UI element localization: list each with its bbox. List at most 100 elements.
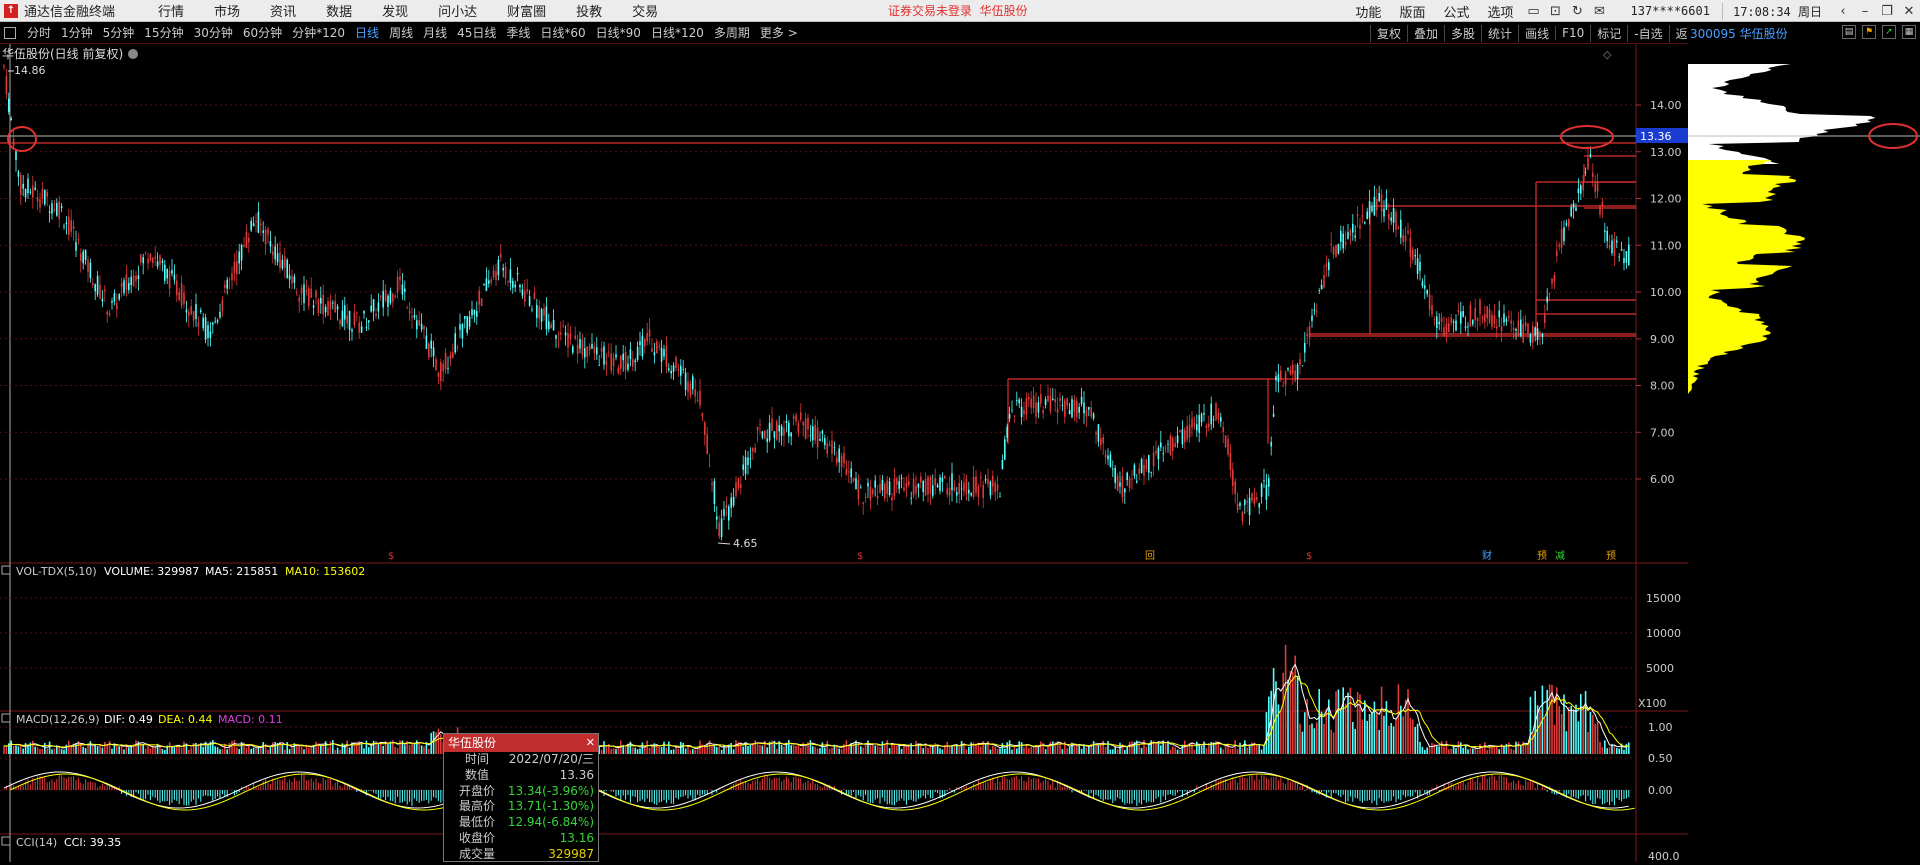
period-intraday[interactable]: 分时 — [22, 24, 56, 41]
candle-body — [1594, 183, 1596, 192]
candle-body — [956, 492, 958, 496]
menu-item-market[interactable]: 市场 — [199, 1, 255, 20]
candle-body — [965, 478, 968, 495]
menu-layout[interactable]: 版面 — [1390, 2, 1434, 21]
menu-item-trade[interactable]: 交易 — [617, 1, 673, 20]
volume-bar — [1085, 747, 1088, 754]
settings-dot-icon[interactable] — [128, 49, 138, 59]
panel-toggle-icon[interactable]: ▤ — [1842, 25, 1856, 39]
candle-body — [51, 203, 53, 214]
candle-body — [1244, 499, 1246, 505]
menu-item-education[interactable]: 投教 — [561, 1, 617, 20]
period-90day[interactable]: 日线*90 — [591, 24, 646, 41]
candle-body — [1364, 222, 1366, 224]
candle-body — [1253, 497, 1256, 504]
period-monthly[interactable]: 月线 — [418, 24, 452, 41]
period-1min[interactable]: 1分钟 — [56, 24, 98, 41]
candle-body — [207, 325, 209, 339]
menu-item-ask[interactable]: 问小达 — [423, 1, 492, 20]
refresh-icon[interactable]: ↻ — [1566, 4, 1588, 19]
period-60min[interactable]: 60分钟 — [238, 24, 287, 41]
macd-settings-icon[interactable] — [1, 713, 11, 723]
candle-body — [1304, 342, 1306, 353]
candle-body — [279, 252, 281, 269]
volume-bar — [747, 745, 749, 754]
chat-icon[interactable]: ▭ — [1522, 4, 1544, 19]
grid-icon[interactable]: ▦ — [1902, 25, 1916, 39]
candle-body — [893, 478, 896, 497]
login-notice[interactable]: 证券交易未登录 华伍股份 — [888, 2, 1028, 19]
menu-options[interactable]: 选项 — [1478, 2, 1522, 21]
menu-function[interactable]: 功能 — [1346, 2, 1390, 21]
tool-overlay[interactable]: 叠加 — [1407, 24, 1444, 42]
restore-icon[interactable]: ❐ — [1876, 4, 1898, 19]
mail-icon[interactable]: ✉ — [1588, 4, 1610, 19]
tool-stats[interactable]: 统计 — [1481, 24, 1518, 42]
candle-body — [1136, 480, 1138, 483]
period-weekly[interactable]: 周线 — [384, 24, 418, 41]
volume-bar — [1232, 748, 1234, 754]
period-15min[interactable]: 15分钟 — [139, 24, 188, 41]
menu-formula[interactable]: 公式 — [1434, 2, 1478, 21]
tool-draw[interactable]: 画线 — [1518, 24, 1555, 42]
close-icon[interactable]: ✕ — [1898, 4, 1920, 19]
volume-bar — [670, 749, 672, 754]
vol-value: VOLUME: 329987 — [104, 565, 199, 578]
candle-body — [910, 497, 912, 499]
candle-body — [320, 297, 322, 304]
main-chart-svg[interactable]: 14.00 13.00 12.00 11.00 10.00 9.00 8.00 7.00 6.0… — [0, 44, 1688, 863]
candle-body — [1515, 328, 1517, 331]
minimize-icon[interactable]: – — [1854, 4, 1876, 19]
period-30min[interactable]: 30分钟 — [189, 24, 238, 41]
volume-bar — [900, 748, 903, 754]
diamond-icon[interactable]: ◇ — [1603, 48, 1612, 61]
menu-item-news[interactable]: 资讯 — [255, 1, 311, 20]
tool-adjust[interactable]: 复权 — [1370, 24, 1407, 42]
volume-bar — [672, 749, 675, 754]
volume-bar — [1539, 709, 1541, 754]
volume-bar — [92, 745, 94, 754]
period-more[interactable]: 更多 > — [755, 24, 803, 41]
tool-f10[interactable]: F10 — [1555, 26, 1590, 40]
vol-settings-icon[interactable] — [1, 565, 11, 575]
candle-body — [1592, 172, 1594, 177]
period-5min[interactable]: 5分钟 — [98, 24, 140, 41]
candle-body — [629, 349, 632, 360]
menu-item-wealth[interactable]: 财富圈 — [492, 1, 561, 20]
candle-body — [1625, 251, 1628, 263]
user-phone[interactable]: 137****6601 — [1610, 4, 1721, 18]
period-45day[interactable]: 45日线 — [452, 24, 501, 41]
menu-item-quotes[interactable]: 行情 — [143, 1, 199, 20]
lock-icon[interactable]: ⊡ — [1544, 4, 1566, 19]
right-panel-stock-code[interactable]: 300095 华伍股份 — [1688, 25, 1788, 42]
back-icon[interactable]: ‹ — [1832, 4, 1854, 19]
candle-body — [1623, 257, 1625, 264]
vol-tick-label: 15000 — [1646, 592, 1681, 605]
period-multi[interactable]: 多周期 — [709, 24, 755, 41]
volume-bar — [1462, 747, 1464, 754]
tooltip-key: 最低价 — [458, 815, 495, 830]
tool-mark[interactable]: 标记 — [1590, 24, 1627, 42]
event-marker: 预 — [1606, 550, 1616, 562]
menu-item-data[interactable]: 数据 — [311, 1, 367, 20]
candle-body — [447, 367, 449, 369]
arrow-icon[interactable]: ➚ — [1882, 25, 1896, 39]
menu-item-discover[interactable]: 发现 — [367, 1, 423, 20]
chart-area[interactable]: 14.00 13.00 12.00 11.00 10.00 9.00 8.00 7.00 6.0… — [0, 44, 1688, 863]
cci-settings-icon[interactable] — [1, 836, 11, 846]
period-daily[interactable]: 日线 — [350, 24, 384, 41]
right-panel-header: 300095 华伍股份 ▤ ⚑ ➚ ▦ — [1688, 22, 1920, 44]
period-60day[interactable]: 日线*60 — [535, 24, 590, 41]
period-120min[interactable]: 分钟*120 — [287, 24, 350, 41]
volume-bar — [1332, 732, 1335, 754]
tool-remove-watchlist[interactable]: -自选 — [1627, 24, 1668, 42]
sidebar-toggle-icon[interactable] — [4, 26, 16, 39]
volume-bar — [718, 746, 720, 754]
candle-body — [1068, 410, 1071, 415]
period-120day[interactable]: 日线*120 — [646, 24, 709, 41]
period-quarterly[interactable]: 季线 — [501, 24, 535, 41]
candle-body — [89, 262, 92, 278]
tool-multi-stock[interactable]: 多股 — [1444, 24, 1481, 42]
flag-icon[interactable]: ⚑ — [1862, 25, 1876, 39]
tooltip-close-icon[interactable]: ✕ — [586, 734, 595, 752]
